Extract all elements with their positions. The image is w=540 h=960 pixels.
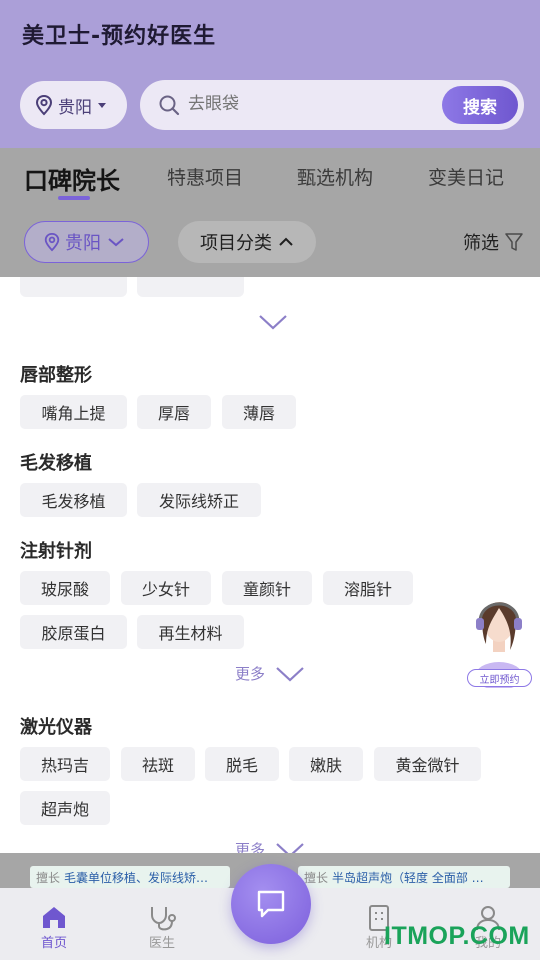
nav-home-label: 首页 [40,936,67,951]
search-input[interactable] [188,94,428,114]
chip-item[interactable]: 黄金微针 [374,747,481,781]
chip-item[interactable]: 再生材料 [137,615,244,649]
chip-item[interactable]: 毛发移植 [20,483,127,517]
chip-item[interactable]: 童颜针 [222,571,312,605]
hospital-tag: 擅长 毛囊单位移植、发际线矫… [30,866,230,888]
chip-item[interactable]: 嫩肤 [289,747,363,781]
chip-item[interactable]: 厚唇 [137,395,211,429]
group-title-hair: 毛发移植 [20,453,92,474]
more-label: 更多 [235,665,266,683]
tab-active-indicator [58,196,90,200]
category-panel: 唇部整形 嘴角上提 厚唇 薄唇 毛发移植 毛发移植 发际线矫正 注射针剂 玻尿酸… [0,277,540,853]
more-label: 更多 [235,841,266,853]
filter-city[interactable]: 贵阳 [24,221,149,263]
nav-doctor[interactable]: 医生 [127,888,197,960]
tag-text: 半岛超声炮（轻度 全面部 … [332,870,484,885]
filter-sort[interactable]: 筛选 [463,229,523,255]
tab-zhenxuan[interactable]: 甄选机构 [297,163,373,190]
search-bar[interactable]: 搜索 [140,80,524,130]
filter-city-label: 贵阳 [65,233,101,254]
app-title: 美卫士-预约好医生 [22,24,217,49]
filter-category[interactable]: 项目分类 [178,221,316,263]
message-fab[interactable] [231,864,311,944]
stethoscope-icon [151,907,176,931]
tab-koubei[interactable]: 口碑院长 [24,161,120,196]
location-pin-icon [44,232,60,252]
more-button[interactable]: 更多 [235,839,305,853]
chevron-up-icon [279,237,293,246]
filter-sort-label: 筛选 [463,233,499,254]
chevron-down-icon [108,238,124,247]
chip-item[interactable]: 脱毛 [205,747,279,781]
group-title-injection: 注射针剂 [20,541,92,562]
chip-item[interactable]: 胶原蛋白 [20,615,127,649]
filter-category-label: 项目分类 [200,233,272,254]
chip-item[interactable]: 嘴角上提 [20,395,127,429]
watermark: ITMOP.COM [384,922,530,950]
city-label: 贵阳 [58,97,92,118]
chip-item[interactable]: 热玛吉 [20,747,110,781]
chevron-down-icon [276,842,304,853]
chip-item[interactable]: 溶脂针 [323,571,413,605]
nav-doctor-label: 医生 [148,936,175,951]
chip-item[interactable]: 祛斑 [121,747,195,781]
chip-item[interactable]: 薄唇 [222,395,296,429]
hospital-tag: 擅长 半岛超声炮（轻度 全面部 … [298,866,510,888]
chip-item[interactable]: 少女针 [121,571,211,605]
home-icon [43,907,65,928]
top-header: 美卫士-预约好医生 贵阳 搜索 [0,0,540,148]
book-now-button[interactable]: 立即预约 [467,669,532,687]
tag-text: 毛囊单位移植、发际线矫… [64,870,209,885]
chip-item[interactable]: 发际线矫正 [137,483,261,517]
nav-home[interactable]: 首页 [19,888,89,960]
collapse-chevron-icon[interactable] [258,313,288,331]
tab-diary[interactable]: 变美日记 [428,163,504,190]
chip-cut-off [20,277,127,297]
search-icon [159,95,180,116]
chevron-down-icon [276,666,304,681]
tab-tehui[interactable]: 特惠项目 [167,163,243,190]
group-title-laser: 激光仪器 [20,717,92,738]
city-selector[interactable]: 贵阳 [20,81,127,129]
chip-item[interactable]: 超声炮 [20,791,110,825]
more-button[interactable]: 更多 [235,663,305,684]
search-button[interactable]: 搜索 [442,86,518,124]
location-pin-icon [35,94,53,116]
tag-prefix: 擅长 [36,870,61,885]
chip-item[interactable]: 玻尿酸 [20,571,110,605]
funnel-icon [505,233,523,251]
chat-bubble-icon [257,890,285,918]
caret-down-icon [98,102,106,108]
tag-prefix: 擅长 [304,870,329,885]
chip-cut-off [137,277,244,297]
group-title-lips: 唇部整形 [20,365,92,386]
